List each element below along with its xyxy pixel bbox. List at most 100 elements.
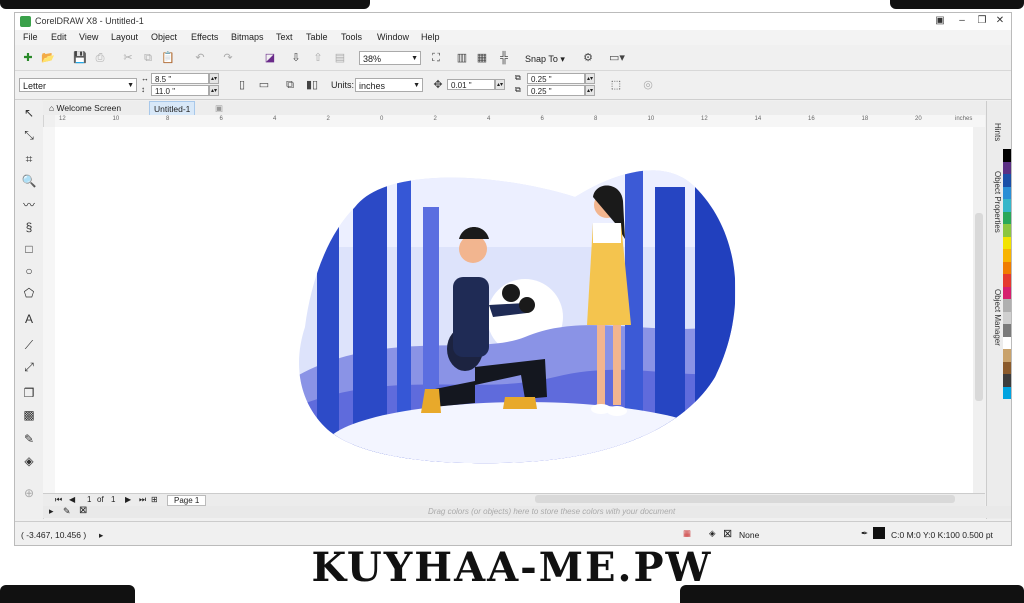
palette-swatch[interactable] [1003,224,1011,237]
landscape-icon[interactable]: ▭ [257,78,271,92]
portrait-icon[interactable]: ▯ [235,78,249,92]
shape-tool-icon[interactable]: ⤡ [21,127,37,143]
document-palette[interactable]: ▸ ✎ ⊠ Drag colors (or objects) here to s… [43,505,1011,518]
palette-swatch[interactable] [1003,274,1011,287]
palette-swatch[interactable] [1003,174,1011,187]
show-guidelines-icon[interactable]: ╬ [497,51,511,65]
transparency-tool-icon[interactable]: ▩ [21,407,37,423]
crop-tool-icon[interactable]: ⌗ [21,151,37,167]
next-page-button[interactable]: ▶ [125,495,131,504]
search-content-icon[interactable]: ◪ [263,51,277,65]
save-icon[interactable]: 💾 [73,51,87,65]
restore-button[interactable]: ❐ [975,15,989,27]
illustration-proposal[interactable] [55,127,973,493]
menu-window[interactable]: Window [377,32,409,42]
vertical-scrollbar-thumb[interactable] [975,213,983,401]
nudge-distance-field[interactable]: 0.01 " [447,79,495,90]
menu-text[interactable]: Text [276,32,293,42]
pick-tool-icon[interactable]: ↖ [21,105,37,121]
open-icon[interactable]: 📂 [41,51,55,65]
palette-swatch[interactable] [1003,286,1011,299]
menu-tools[interactable]: Tools [341,32,362,42]
application-launcher-icon[interactable]: ▭▾ [609,51,625,65]
dup-x-spinner[interactable]: ▴▾ [585,73,595,84]
page-height-field[interactable]: 11.0 " [151,85,209,96]
ellipse-tool-icon[interactable]: ○ [21,263,37,279]
print-icon[interactable]: ⎙ [93,51,107,65]
duplicate-distance-y-field[interactable]: 0.25 " [527,85,585,96]
menu-file[interactable]: File [23,32,38,42]
drop-shadow-tool-icon[interactable]: ❒ [21,385,37,401]
status-arrow-icon[interactable]: ▸ [99,530,103,541]
polygon-tool-icon[interactable]: ⬠ [21,285,37,301]
publish-pdf-icon[interactable]: ▤ [333,51,347,65]
color-palette[interactable] [1003,149,1011,399]
palette-swatch[interactable] [1003,349,1011,362]
interactive-fill-tool-icon[interactable]: ◈ [21,453,37,469]
palette-swatch[interactable] [1003,236,1011,249]
palette-swatch[interactable] [1003,336,1011,349]
palette-arrow-icon[interactable]: ▸ [49,506,54,517]
undo-icon[interactable]: ↶ [193,51,207,65]
units-dropdown[interactable]: inches ▼ [355,78,423,92]
text-tool-icon[interactable]: A [21,311,37,327]
eyedropper-tool-icon[interactable]: ✎ [21,431,37,447]
new-tab-button[interactable]: ▣ [211,101,227,115]
minimize-button[interactable]: – [955,15,969,27]
page-1-tab[interactable]: Page 1 [167,495,207,506]
dup-y-spinner[interactable]: ▴▾ [585,85,595,96]
width-spinner[interactable]: ▴▾ [209,73,219,84]
all-pages-icon[interactable]: ⧉ [283,78,297,92]
duplicate-distance-x-field[interactable]: 0.25 " [527,73,585,84]
palette-swatch[interactable] [1003,324,1011,337]
color-proofing-icon[interactable]: ▦ [683,528,691,539]
palette-swatch[interactable] [1003,199,1011,212]
palette-swatch[interactable] [1003,186,1011,199]
docker-tab-hints[interactable]: Hints [993,123,1002,141]
full-screen-icon[interactable]: ⛶ [429,51,443,65]
palette-swatch[interactable] [1003,161,1011,174]
docker-tab-object-properties[interactable]: Object Properties [993,171,1002,233]
menu-view[interactable]: View [79,32,98,42]
artistic-media-tool-icon[interactable]: § [21,219,37,235]
palette-swatch[interactable] [1003,299,1011,312]
palette-swatch[interactable] [1003,249,1011,262]
copy-icon[interactable]: ⧉ [141,51,155,65]
redo-icon[interactable]: ↷ [221,51,235,65]
import-icon[interactable]: ⇩ [289,51,303,65]
last-page-button[interactable]: ⏭ [139,495,146,505]
current-page-icon[interactable]: ▮▯ [305,78,319,92]
drawing-canvas[interactable] [55,127,973,493]
zoom-tool-icon[interactable]: 🔍 [21,173,37,189]
eyedropper-icon[interactable]: ✎ [63,506,71,517]
menu-layout[interactable]: Layout [111,32,138,42]
show-grid-icon[interactable]: ▦ [475,51,489,65]
parallel-dimension-tool-icon[interactable]: ⟋ [21,337,37,353]
prev-page-button[interactable]: ◀ [69,495,75,504]
menu-edit[interactable]: Edit [51,32,67,42]
cut-icon[interactable]: ✂ [121,51,135,65]
rectangle-tool-icon[interactable]: □ [21,241,37,257]
add-page-button[interactable]: ⊞ [151,495,158,504]
horizontal-scrollbar[interactable] [535,495,955,503]
menu-table[interactable]: Table [306,32,328,42]
height-spinner[interactable]: ▴▾ [209,85,219,96]
paste-icon[interactable]: 📋 [161,51,175,65]
tab-welcome-screen[interactable]: ⌂ Welcome Screen [45,101,125,115]
new-document-icon[interactable]: ✚ [21,51,35,65]
menu-bitmaps[interactable]: Bitmaps [231,32,264,42]
options-icon[interactable]: ◎ [641,78,655,92]
menu-effects[interactable]: Effects [191,32,218,42]
snap-to-button[interactable]: Snap To ▾ [525,54,565,65]
menu-object[interactable]: Object [151,32,177,42]
nudge-spinner[interactable]: ▴▾ [495,79,505,90]
zoom-level-dropdown[interactable]: 38% ▼ [359,51,421,65]
palette-swatch[interactable] [1003,149,1011,162]
treat-as-filled-icon[interactable]: ⬚ [609,78,623,92]
page-size-dropdown[interactable]: Letter ▼ [19,78,137,92]
close-button[interactable]: ✕ [993,15,1007,27]
palette-swatch[interactable] [1003,361,1011,374]
export-icon[interactable]: ⇧ [311,51,325,65]
palette-swatch[interactable] [1003,386,1011,399]
palette-swatch[interactable] [1003,374,1011,387]
